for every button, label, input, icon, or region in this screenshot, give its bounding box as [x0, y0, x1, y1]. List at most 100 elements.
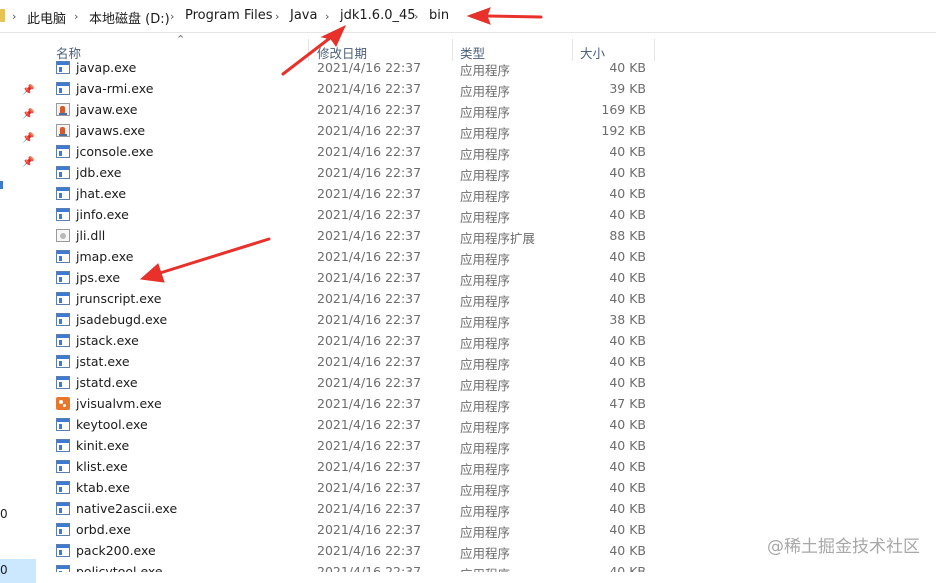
- pin-icon[interactable]: 📌: [22, 109, 34, 120]
- file-modified-date: 2021/4/16 22:37: [317, 186, 422, 201]
- file-row[interactable]: javap.exe 2021/4/16 22:37 应用程序 40 KB: [38, 60, 658, 79]
- navigation-pane[interactable]: 📌 📌 📌 📌 0 0: [0, 33, 38, 583]
- exe-icon: [56, 355, 70, 368]
- breadcrumb-program-files[interactable]: Program Files: [185, 8, 273, 23]
- exe-icon: [56, 61, 70, 74]
- file-row[interactable]: jvisualvm.exe 2021/4/16 22:37 应用程序 47 KB: [38, 394, 658, 415]
- file-size: 192 KB: [601, 123, 646, 138]
- chevron-right-icon[interactable]: ›: [414, 10, 418, 23]
- file-row[interactable]: jmap.exe 2021/4/16 22:37 应用程序 40 KB: [38, 247, 658, 268]
- chevron-right-icon[interactable]: ›: [325, 10, 329, 23]
- file-row[interactable]: jstat.exe 2021/4/16 22:37 应用程序 40 KB: [38, 352, 658, 373]
- file-modified-date: 2021/4/16 22:37: [317, 228, 422, 243]
- file-row[interactable]: jinfo.exe 2021/4/16 22:37 应用程序 40 KB: [38, 205, 658, 226]
- chevron-right-icon[interactable]: ›: [74, 10, 78, 23]
- file-row[interactable]: javaw.exe 2021/4/16 22:37 应用程序 169 KB: [38, 100, 658, 121]
- file-type: 应用程序: [460, 336, 511, 351]
- file-type: 应用程序: [460, 210, 511, 225]
- file-type: 应用程序: [460, 483, 511, 498]
- file-row[interactable]: klist.exe 2021/4/16 22:37 应用程序 40 KB: [38, 457, 658, 478]
- file-row[interactable]: jps.exe 2021/4/16 22:37 应用程序 40 KB: [38, 268, 658, 289]
- file-row[interactable]: javaws.exe 2021/4/16 22:37 应用程序 192 KB: [38, 121, 658, 142]
- breadcrumb-this-pc[interactable]: 此电脑: [27, 8, 66, 27]
- file-row[interactable]: orbd.exe 2021/4/16 22:37 应用程序 40 KB: [38, 520, 658, 541]
- nav-item-marker: [0, 181, 3, 189]
- file-modified-date: 2021/4/16 22:37: [317, 249, 422, 264]
- exe-icon: [56, 313, 70, 326]
- breadcrumb-jdk[interactable]: jdk1.6.0_45: [340, 8, 416, 23]
- file-row[interactable]: ktab.exe 2021/4/16 22:37 应用程序 40 KB: [38, 478, 658, 499]
- visualvm-icon: [56, 397, 70, 410]
- file-row[interactable]: kinit.exe 2021/4/16 22:37 应用程序 40 KB: [38, 436, 658, 457]
- file-size: 40 KB: [609, 417, 646, 432]
- file-size: 40 KB: [609, 291, 646, 306]
- column-divider[interactable]: [654, 39, 655, 61]
- file-row[interactable]: jstatd.exe 2021/4/16 22:37 应用程序 40 KB: [38, 373, 658, 394]
- file-type: 应用程序: [460, 168, 511, 183]
- exe-icon: [56, 460, 70, 473]
- exe-icon: [56, 187, 70, 200]
- file-size: 88 KB: [609, 228, 646, 243]
- file-size: 40 KB: [609, 459, 646, 474]
- file-row[interactable]: jhat.exe 2021/4/16 22:37 应用程序 40 KB: [38, 184, 658, 205]
- file-size: 40 KB: [609, 249, 646, 264]
- file-row[interactable]: pack200.exe 2021/4/16 22:37 应用程序 40 KB: [38, 541, 658, 562]
- pin-icon[interactable]: 📌: [22, 85, 34, 96]
- file-type: 应用程序: [460, 84, 511, 99]
- file-row[interactable]: jli.dll 2021/4/16 22:37 应用程序扩展 88 KB: [38, 226, 658, 247]
- exe-icon: [56, 439, 70, 452]
- file-row[interactable]: jdb.exe 2021/4/16 22:37 应用程序 40 KB: [38, 163, 658, 184]
- folder-icon: [0, 9, 5, 22]
- file-size: 40 KB: [609, 144, 646, 159]
- chevron-right-icon[interactable]: ›: [275, 10, 279, 23]
- nav-item-label[interactable]: 0: [0, 507, 8, 521]
- file-row[interactable]: jstack.exe 2021/4/16 22:37 应用程序 40 KB: [38, 331, 658, 352]
- file-row[interactable]: keytool.exe 2021/4/16 22:37 应用程序 40 KB: [38, 415, 658, 436]
- file-type: 应用程序: [460, 462, 511, 477]
- file-type: 应用程序: [460, 357, 511, 372]
- column-divider[interactable]: [572, 39, 573, 61]
- file-name: jconsole.exe: [76, 144, 154, 159]
- file-modified-date: 2021/4/16 22:37: [317, 501, 422, 516]
- file-type: 应用程序: [460, 504, 511, 519]
- file-name: jsadebugd.exe: [76, 312, 168, 327]
- file-modified-date: 2021/4/16 22:37: [317, 207, 422, 222]
- chevron-right-icon[interactable]: ›: [170, 10, 174, 23]
- nav-item-label[interactable]: 0: [0, 563, 8, 577]
- file-name: keytool.exe: [76, 417, 148, 432]
- sort-ascending-icon: ⌃: [176, 33, 186, 46]
- file-modified-date: 2021/4/16 22:37: [317, 522, 422, 537]
- file-modified-date: 2021/4/16 22:37: [317, 459, 422, 474]
- column-divider[interactable]: [452, 39, 453, 61]
- address-bar[interactable]: › 此电脑 › 本地磁盘 (D:) › Program Files › Java…: [0, 0, 936, 33]
- file-row[interactable]: java-rmi.exe 2021/4/16 22:37 应用程序 39 KB: [38, 79, 658, 100]
- file-row[interactable]: native2ascii.exe 2021/4/16 22:37 应用程序 40 KB: [38, 499, 658, 520]
- file-row[interactable]: jconsole.exe 2021/4/16 22:37 应用程序 40 KB: [38, 142, 658, 163]
- file-name: native2ascii.exe: [76, 501, 178, 516]
- dll-icon: [56, 229, 70, 242]
- chevron-right-icon[interactable]: ›: [12, 10, 16, 23]
- file-modified-date: 2021/4/16 22:37: [317, 81, 422, 96]
- file-row[interactable]: jsadebugd.exe 2021/4/16 22:37 应用程序 38 KB: [38, 310, 658, 331]
- nav-item-selected[interactable]: 0: [0, 559, 36, 583]
- pin-icon[interactable]: 📌: [22, 157, 34, 168]
- file-row[interactable]: jrunscript.exe 2021/4/16 22:37 应用程序 40 KB: [38, 289, 658, 310]
- pin-icon[interactable]: 📌: [22, 133, 34, 144]
- file-size: 38 KB: [609, 312, 646, 327]
- exe-icon: [56, 292, 70, 305]
- file-modified-date: 2021/4/16 22:37: [317, 312, 422, 327]
- file-name: jmap.exe: [76, 249, 134, 264]
- breadcrumb-java[interactable]: Java: [290, 8, 317, 23]
- file-list[interactable]: javap.exe 2021/4/16 22:37 应用程序 40 KB java-rm…: [38, 60, 936, 572]
- file-name: jhat.exe: [76, 186, 127, 201]
- column-divider[interactable]: [308, 39, 309, 61]
- file-name: jstat.exe: [76, 354, 130, 369]
- file-modified-date: 2021/4/16 22:37: [317, 543, 422, 558]
- file-name: java-rmi.exe: [76, 81, 154, 96]
- breadcrumb-bin[interactable]: bin: [429, 8, 449, 23]
- file-row[interactable]: policytool.exe 2021/4/16 22:37 应用程序 40 KB: [38, 562, 658, 572]
- breadcrumb-drive-d[interactable]: 本地磁盘 (D:): [89, 8, 170, 27]
- file-name: jvisualvm.exe: [76, 396, 162, 411]
- file-size: 169 KB: [601, 102, 646, 117]
- file-name: jli.dll: [76, 228, 106, 243]
